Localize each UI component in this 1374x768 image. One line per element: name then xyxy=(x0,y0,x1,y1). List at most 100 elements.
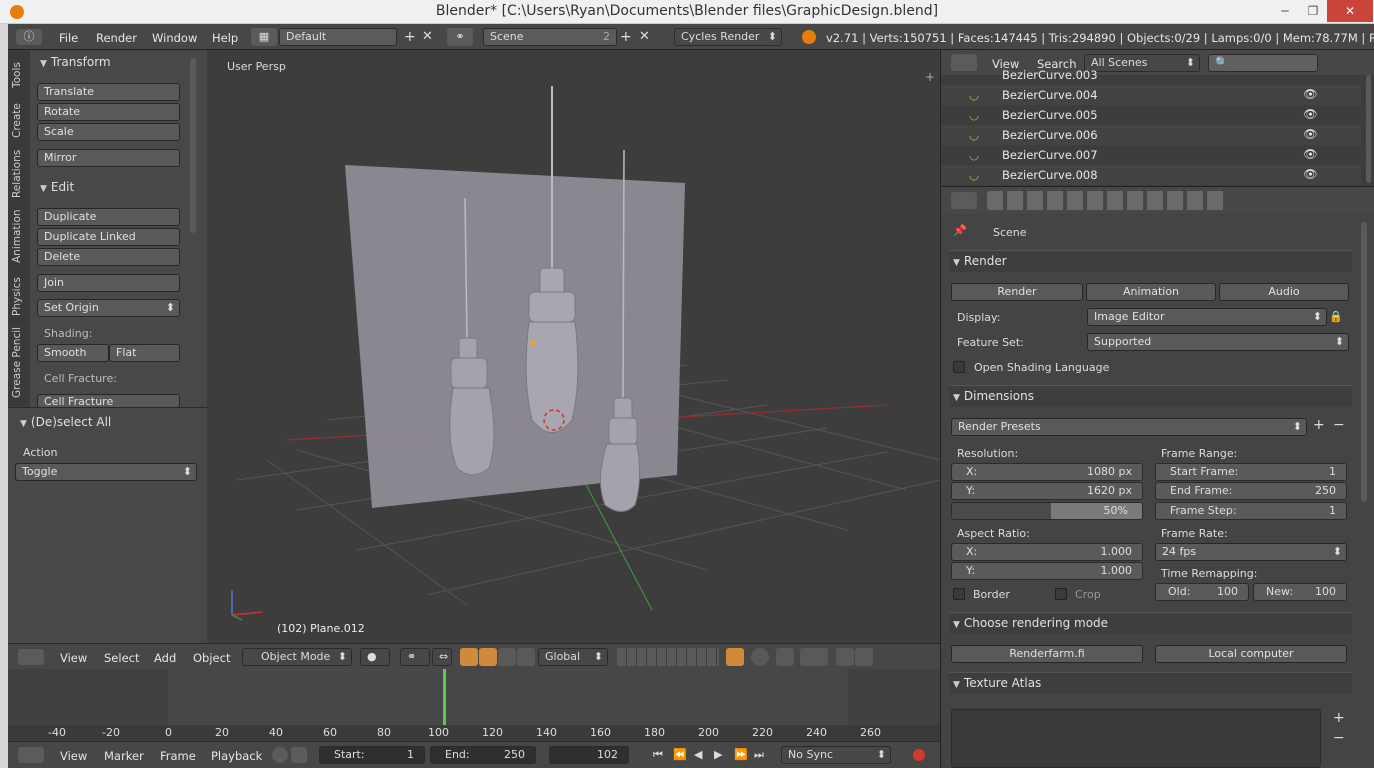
res-percent-slider[interactable]: 50% xyxy=(951,502,1143,520)
properties-editor-icon[interactable] xyxy=(951,192,977,209)
edit-panel-header[interactable]: ▼ Edit xyxy=(40,180,74,194)
duplicate-button[interactable]: Duplicate xyxy=(37,208,180,226)
end-frame-field[interactable]: End Frame: 250 xyxy=(1155,482,1347,500)
viewport-plus-icon[interactable]: + xyxy=(925,70,935,84)
outliner-row[interactable]: ◡ BezierCurve.005 👁 xyxy=(941,105,1361,125)
tab-create[interactable]: Create xyxy=(11,103,23,138)
opengl-render-icon[interactable] xyxy=(836,648,854,666)
pin-icon[interactable]: 📌 xyxy=(953,224,967,237)
end-frame-field[interactable]: End: 250 xyxy=(430,746,536,764)
manipulator-toggle[interactable]: ⇔ xyxy=(432,648,452,666)
transform-panel-header[interactable]: ▼ Transform xyxy=(40,55,111,69)
menu-view[interactable]: View xyxy=(60,749,87,763)
texture-atlas-panel-header[interactable]: ▼ Texture Atlas xyxy=(949,672,1352,694)
render-engine-select[interactable]: Cycles Render ⬍ xyxy=(674,28,782,46)
timeline-scrubber-line[interactable] xyxy=(443,669,446,725)
jump-keyframe-forward-icon[interactable]: ⏩ xyxy=(734,748,748,761)
res-y-field[interactable]: Y: 1620 px xyxy=(951,482,1143,500)
snap-icon[interactable] xyxy=(776,648,794,666)
visibility-icon[interactable]: 👁 xyxy=(1303,147,1318,161)
outliner-row[interactable]: ◡ BezierCurve.006 👁 xyxy=(941,125,1361,145)
mode-select[interactable]: Object Mode ⬍ xyxy=(242,648,352,666)
render-panel-header[interactable]: ▼ Render xyxy=(949,250,1352,272)
start-frame-field[interactable]: Start Frame: 1 xyxy=(1155,463,1347,481)
record-icon[interactable] xyxy=(913,749,925,761)
local-computer-button[interactable]: Local computer xyxy=(1155,645,1347,663)
join-button[interactable]: Join xyxy=(37,274,180,292)
properties-scrollbar[interactable] xyxy=(1361,222,1367,502)
keying-icon[interactable] xyxy=(272,747,288,763)
info-editor-icon[interactable]: ⓘ xyxy=(16,29,42,45)
translate-manipulator-icon[interactable] xyxy=(460,648,478,666)
close-button[interactable]: ✕ xyxy=(1327,0,1373,22)
timeline-editor-icon[interactable] xyxy=(18,747,44,763)
current-frame-field[interactable]: 102 xyxy=(549,746,629,764)
lock-icon[interactable] xyxy=(291,747,307,763)
start-frame-field[interactable]: Start: 1 xyxy=(319,746,425,764)
visibility-icon[interactable]: 👁 xyxy=(1303,167,1318,181)
opengl-anim-icon[interactable] xyxy=(855,648,873,666)
editor-type-icon[interactable] xyxy=(18,649,44,665)
layers-grid[interactable] xyxy=(617,648,719,666)
play-icon[interactable]: ▶ xyxy=(714,748,722,761)
outliner-row[interactable]: ◡ BezierCurve.008 👁 xyxy=(941,165,1361,185)
aspect-y-field[interactable]: Y: 1.000 xyxy=(951,562,1143,580)
frame-step-field[interactable]: Frame Step: 1 xyxy=(1155,502,1347,520)
menu-help[interactable]: Help xyxy=(212,31,238,45)
lock-icon[interactable]: 🔒 xyxy=(1329,310,1343,323)
sync-select[interactable]: No Sync ⬍ xyxy=(781,746,891,764)
visibility-icon[interactable]: 👁 xyxy=(1303,107,1318,121)
flat-button[interactable]: Flat xyxy=(109,344,180,362)
feature-set-select[interactable]: Supported ⬍ xyxy=(1087,333,1349,351)
menu-select[interactable]: Select xyxy=(104,651,139,665)
duplicate-linked-button[interactable]: Duplicate Linked xyxy=(37,228,180,246)
delete-button[interactable]: Delete xyxy=(37,248,180,266)
jump-start-icon[interactable]: ⏮ xyxy=(653,748,663,762)
visibility-icon[interactable]: 👁 xyxy=(1303,87,1318,101)
add-layout-icon[interactable]: + xyxy=(404,29,416,45)
menu-playback[interactable]: Playback xyxy=(211,749,262,763)
outliner-row[interactable]: ◡ BezierCurve.004 👁 xyxy=(941,85,1361,105)
render-presets-select[interactable]: Render Presets ⬍ xyxy=(951,418,1307,436)
screen-layout-icon[interactable]: ▦ xyxy=(251,28,277,46)
crop-checkbox[interactable] xyxy=(1055,588,1067,600)
maximize-button[interactable]: ❐ xyxy=(1298,0,1328,22)
menu-window[interactable]: Window xyxy=(152,31,197,45)
pendant-lamp-center[interactable] xyxy=(525,267,579,433)
add-scene-icon[interactable]: + xyxy=(620,29,632,45)
cell-fracture-button[interactable]: Cell Fracture xyxy=(37,394,180,408)
menu-object[interactable]: Object xyxy=(193,651,230,665)
arrow-manipulator-icon[interactable] xyxy=(517,648,535,666)
timeline-scrollbar[interactable]: -40 -20 0 20 40 60 80 100 120 140 160 18… xyxy=(8,725,940,741)
snap-target-icon[interactable] xyxy=(800,648,828,666)
new-field[interactable]: New: 100 xyxy=(1253,583,1347,601)
smooth-button[interactable]: Smooth xyxy=(37,344,109,362)
rendering-mode-panel-header[interactable]: ▼ Choose rendering mode xyxy=(949,612,1352,634)
screen-layout-field[interactable]: Default xyxy=(279,28,397,46)
add-atlas-icon[interactable]: + xyxy=(1333,710,1345,726)
shading-select[interactable]: ● xyxy=(360,648,390,666)
context-tabs[interactable] xyxy=(987,191,1227,210)
menu-marker[interactable]: Marker xyxy=(104,749,144,763)
render-button[interactable]: Render xyxy=(951,283,1083,301)
orientation-select[interactable]: Global ⬍ xyxy=(538,648,608,666)
audio-button[interactable]: Audio xyxy=(1219,283,1349,301)
tab-grease-pencil[interactable]: Grease Pencil xyxy=(11,327,23,398)
visibility-icon[interactable]: 👁 xyxy=(1303,127,1318,141)
remove-atlas-icon[interactable]: − xyxy=(1333,730,1345,746)
proportional-edit-icon[interactable] xyxy=(751,648,769,666)
old-field[interactable]: Old: 100 xyxy=(1155,583,1249,601)
scale-button[interactable]: Scale xyxy=(37,123,180,141)
rotate-manipulator-icon[interactable] xyxy=(479,648,497,666)
remove-layout-icon[interactable]: ✕ xyxy=(422,29,433,44)
tab-physics[interactable]: Physics xyxy=(11,277,23,316)
minimize-button[interactable]: ─ xyxy=(1270,0,1300,22)
dimensions-panel-header[interactable]: ▼ Dimensions xyxy=(949,385,1352,407)
lock-layers-icon[interactable] xyxy=(726,648,744,666)
menu-view[interactable]: View xyxy=(60,651,87,665)
menu-render[interactable]: Render xyxy=(96,31,137,45)
scale-manipulator-icon[interactable] xyxy=(498,648,516,666)
menu-add[interactable]: Add xyxy=(154,651,176,665)
scene-icon[interactable]: ⚭ xyxy=(447,28,473,46)
tab-tools[interactable]: Tools xyxy=(11,62,23,88)
